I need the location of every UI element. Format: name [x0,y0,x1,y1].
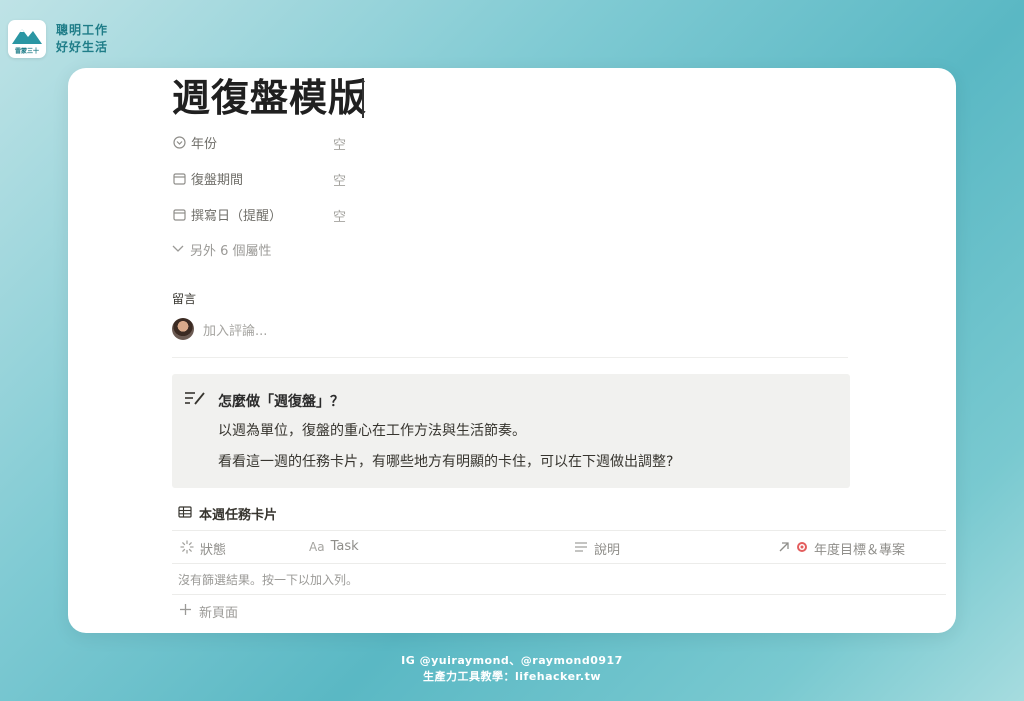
chevron-down-icon [172,242,184,257]
callout-text: 看看這一週的任務卡片，有哪些地方有明顯的卡住，可以在下週做出調整? [218,454,674,470]
text-aa-icon: Aa [309,539,325,554]
brand-logo-text: 雷蒙三十 [14,48,39,55]
property-label: 撰寫日（提醒） [191,208,283,224]
divider [172,357,848,358]
calendar-icon [172,171,186,185]
comments-heading: 留言 [172,292,197,306]
column-label: 狀態 [200,543,227,558]
callout-text: 以週為單位，復盤的重心在工作方法與生活節奏。 [218,423,526,439]
divider [172,594,946,595]
notion-page-card: 週復盤模版 年份 空 復盤期間 空 撰寫日（提醒） 空 另外 6 個屬性 留言 … [68,68,956,633]
empty-filter-message[interactable]: 沒有篩選結果。按一下以加入列。 [178,571,358,588]
brand: 雷蒙三十 聰明工作 好好生活 [8,20,108,58]
footer-website: 生產力工具教學：lifehacker.tw [423,670,601,683]
column-header-goals[interactable]: 年度目標＆專案 [778,539,905,558]
comment-input[interactable]: 加入評論... [203,320,267,339]
column-header-description[interactable]: 說明 [574,539,620,558]
property-year[interactable]: 年份 [172,131,217,153]
property-value[interactable]: 空 [333,170,346,189]
calendar-icon [172,207,186,221]
more-properties-toggle[interactable]: 另外 6 個屬性 [172,240,272,259]
edit-list-icon [184,390,206,410]
select-icon [172,135,186,149]
property-value[interactable]: 空 [333,134,346,153]
property-label: 復盤期間 [191,172,244,188]
status-icon [180,539,194,558]
column-label: 說明 [594,543,621,558]
relation-arrow-icon [778,541,790,557]
column-header-task[interactable]: Aa Task [309,539,359,554]
property-value[interactable]: 空 [333,206,346,225]
property-review-period[interactable]: 復盤期間 [172,167,243,189]
database-title-label: 本週任務卡片 [199,508,278,523]
column-header-status[interactable]: 狀態 [180,539,226,558]
avatar [172,318,194,340]
text-cursor [362,78,364,118]
mountain-icon [12,29,42,44]
callout-title: 怎麼做「週復盤」？ [218,394,344,410]
brand-slogan: 聰明工作 好好生活 [56,22,108,56]
property-label: 年份 [191,136,218,152]
new-page-label: 新頁面 [199,606,239,621]
plus-icon [180,604,191,619]
brand-logo: 雷蒙三十 [8,20,46,58]
text-lines-icon [574,541,588,557]
database-title[interactable]: 本週任務卡片 [178,504,277,523]
footer-credits: IG @yuiraymond、@raymond0917 生產力工具教學：life… [0,653,1024,685]
new-page-button[interactable]: 新頁面 [180,602,238,621]
property-write-date[interactable]: 撰寫日（提醒） [172,203,282,225]
brand-slogan-line1: 聰明工作 [56,23,109,37]
target-icon [796,541,808,557]
brand-slogan-line2: 好好生活 [56,40,109,54]
page-title[interactable]: 週復盤模版 [172,74,367,122]
table-header: 狀態 Aa Task 說明 年度目標＆專案 [172,530,946,564]
table-icon [178,505,192,522]
callout-block[interactable]: 怎麼做「週復盤」？ 以週為單位，復盤的重心在工作方法與生活節奏。 看看這一週的任… [172,374,850,488]
add-comment[interactable]: 加入評論... [172,318,267,340]
footer-social-handles: IG @yuiraymond、@raymond0917 [401,654,623,667]
column-label: Task [330,539,359,554]
more-properties-label: 另外 6 個屬性 [190,244,272,259]
column-label: 年度目標＆專案 [814,543,906,558]
